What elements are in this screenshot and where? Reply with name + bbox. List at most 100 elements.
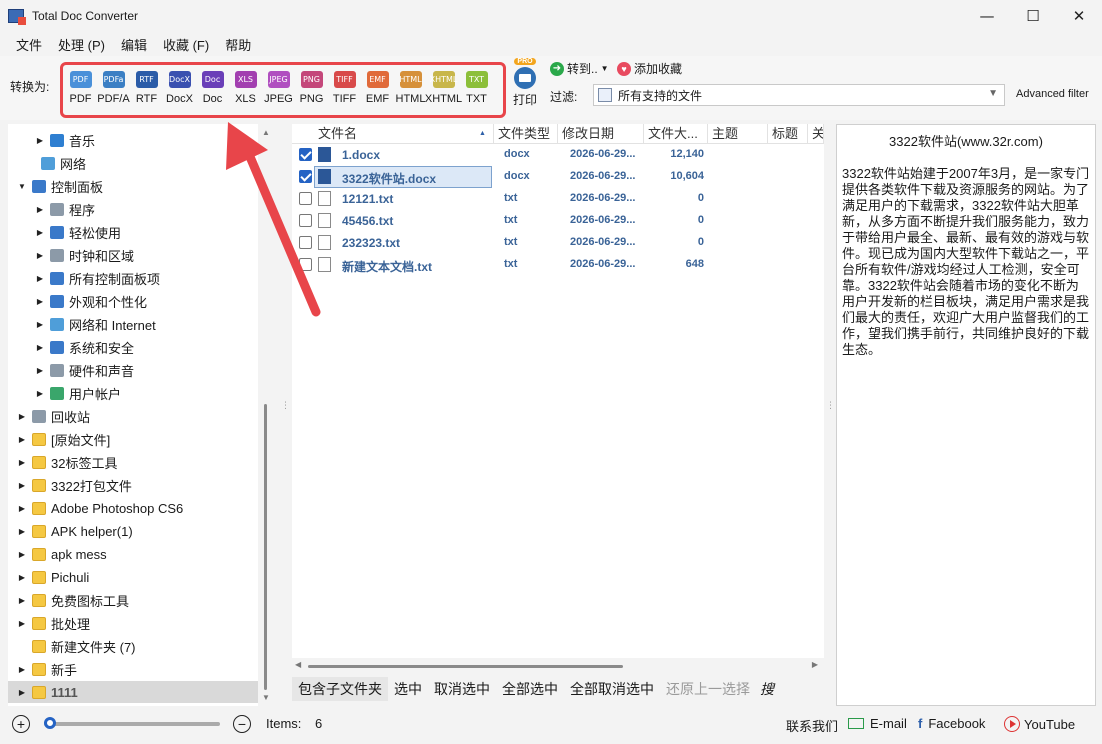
zoom-slider-knob[interactable] [44,717,56,729]
collapsed-caret-icon[interactable]: ▶ [34,205,46,214]
collapsed-caret-icon[interactable]: ▶ [34,136,46,145]
include-subfolders-button[interactable]: 包含子文件夹 [292,677,388,701]
collapsed-caret-icon[interactable]: ▶ [16,412,28,421]
collapsed-caret-icon[interactable]: ▶ [16,550,28,559]
collapsed-caret-icon[interactable]: ▶ [34,297,46,306]
add-favorite-button[interactable]: ♥ 添加收藏 [617,60,682,77]
tree-item[interactable]: ▶ 硬件和声音 [8,359,258,381]
tree-scrollbar[interactable]: ▲ ▼ [258,124,274,706]
collapsed-caret-icon[interactable]: ▶ [16,527,28,536]
menu-help[interactable]: 帮助 [217,35,259,54]
column-date[interactable]: 修改日期 [558,124,644,144]
tree-item[interactable]: ▶ 程序 [8,198,258,220]
file-checkbox[interactable] [299,148,312,161]
collapsed-caret-icon[interactable]: ▶ [16,665,28,674]
tree-item[interactable]: ▶ Pichuli [8,566,258,588]
select-button[interactable]: 选中 [388,677,428,701]
tree-item[interactable]: ▶ 外观和个性化 [8,290,258,312]
filter-dropdown[interactable]: 所有支持的文件 ▼ [593,84,1005,106]
restore-previous-selection-button[interactable]: 还原上一选择 [660,677,756,701]
tree-item[interactable]: ▼ 控制面板 [8,175,258,197]
deselect-all-button[interactable]: 全部取消选中 [564,677,660,701]
tree-item[interactable]: ▶ 免费图标工具 [8,589,258,611]
tree-item[interactable]: ▶ apk mess [8,543,258,565]
tree-item[interactable]: ▶ 1111 [8,681,258,703]
column-keywords[interactable]: 关 [808,124,824,144]
tree-item[interactable]: ▶ 回收站 [8,405,258,427]
menu-favorites[interactable]: 收藏 (F) [155,35,217,54]
tree-item[interactable]: ▶ 所有控制面板项 [8,267,258,289]
scroll-thumb[interactable] [264,404,267,690]
collapsed-caret-icon[interactable]: ▶ [16,504,28,513]
scroll-left-icon[interactable]: ◀ [295,660,301,669]
select-all-button[interactable]: 全部选中 [496,677,564,701]
file-checkbox[interactable] [299,214,312,227]
tree-item[interactable]: ▶ APK helper(1) [8,520,258,542]
collapsed-caret-icon[interactable]: ▶ [34,228,46,237]
column-type[interactable]: 文件类型 [494,124,558,144]
tree-item[interactable]: 新建文件夹 (7) [8,635,258,657]
scroll-thumb[interactable] [308,665,623,668]
column-subject[interactable]: 主题 [708,124,768,144]
tree-item[interactable]: ▶ 时钟和区域 [8,244,258,266]
collapsed-caret-icon[interactable]: ▶ [34,389,46,398]
advanced-filter-link[interactable]: Advanced filter [1016,88,1089,100]
contact-us-link[interactable]: 联系我们 [786,716,838,735]
youtube-link[interactable]: YouTube [1004,716,1075,732]
menu-edit[interactable]: 编辑 [113,35,155,54]
collapsed-caret-icon[interactable]: ▶ [16,619,28,628]
menu-process[interactable]: 处理 (P) [50,35,113,54]
print-button[interactable]: PRO 打印 [510,58,540,112]
file-row[interactable]: 新建文本文档.txt txt 2026-06-29... 648 [292,254,824,276]
minimize-button[interactable]: — [964,0,1010,32]
collapsed-caret-icon[interactable]: ▶ [16,573,28,582]
file-row[interactable]: 45456.txt txt 2026-06-29... 0 [292,210,824,232]
collapsed-caret-icon[interactable]: ▶ [34,274,46,283]
file-list-hscrollbar[interactable]: ◀ ▶ [292,658,824,674]
goto-button[interactable]: ➜ 转到.. ▼ [550,60,609,77]
deselect-button[interactable]: 取消选中 [428,677,496,701]
scroll-down-icon[interactable]: ▼ [262,693,270,702]
file-row[interactable]: 1.docx docx 2026-06-29... 12,140 [292,144,824,166]
maximize-button[interactable]: ☐ [1010,0,1056,32]
splitter-grip[interactable]: ⋮ [281,400,290,420]
column-size[interactable]: 文件大... [644,124,708,144]
tree-item[interactable]: ▶ 批处理 [8,612,258,634]
email-link[interactable]: E-mail [848,716,907,731]
collapsed-caret-icon[interactable]: ▶ [16,458,28,467]
file-checkbox[interactable] [299,258,312,271]
collapsed-caret-icon[interactable]: ▶ [16,481,28,490]
collapsed-caret-icon[interactable]: ▶ [34,343,46,352]
tree-item[interactable]: ▶ [原始文件] [8,428,258,450]
zoom-out-button[interactable]: − [233,715,251,733]
file-checkbox[interactable] [299,236,312,249]
file-row[interactable]: 12121.txt txt 2026-06-29... 0 [292,188,824,210]
tree-item[interactable]: ▶ 用户帐户 [8,382,258,404]
file-checkbox[interactable] [299,192,312,205]
scroll-up-icon[interactable]: ▲ [262,128,270,137]
collapsed-caret-icon[interactable]: ▶ [34,320,46,329]
column-filename[interactable]: 文件名 [292,124,494,144]
tree-item[interactable]: ▶ 轻松使用 [8,221,258,243]
column-title[interactable]: 标题 [768,124,808,144]
menu-file[interactable]: 文件 [8,35,50,54]
tree-item[interactable]: ▶ 音乐 [8,129,258,151]
folder-tree[interactable]: ▶ 音乐 网络 ▼ 控制面板 ▶ 程序 ▶ 轻松使用 ▶ 时钟和区域 ▶ 所有控制面板项 ▶ 外观和个性化 ▶… [8,124,258,706]
tree-item[interactable]: ▶ 新手 [8,658,258,680]
expanded-caret-icon[interactable]: ▼ [16,182,28,191]
tree-item[interactable]: ▶ Adobe Photoshop CS6 [8,497,258,519]
zoom-in-button[interactable]: + [12,715,30,733]
facebook-link[interactable]: f Facebook [918,716,985,731]
collapsed-caret-icon[interactable]: ▶ [16,435,28,444]
collapsed-caret-icon[interactable]: ▶ [16,688,28,697]
file-row[interactable]: 3322软件站.docx docx 2026-06-29... 10,604 [292,166,824,188]
search-button[interactable]: 搜 [756,677,778,701]
collapsed-caret-icon[interactable]: ▶ [34,251,46,260]
file-checkbox[interactable] [299,170,312,183]
close-button[interactable]: ✕ [1056,0,1102,32]
scroll-right-icon[interactable]: ▶ [812,660,818,669]
collapsed-caret-icon[interactable]: ▶ [34,366,46,375]
file-row[interactable]: 232323.txt txt 2026-06-29... 0 [292,232,824,254]
splitter-grip[interactable]: ⋮ [826,400,835,420]
tree-item[interactable]: 网络 [8,152,258,174]
